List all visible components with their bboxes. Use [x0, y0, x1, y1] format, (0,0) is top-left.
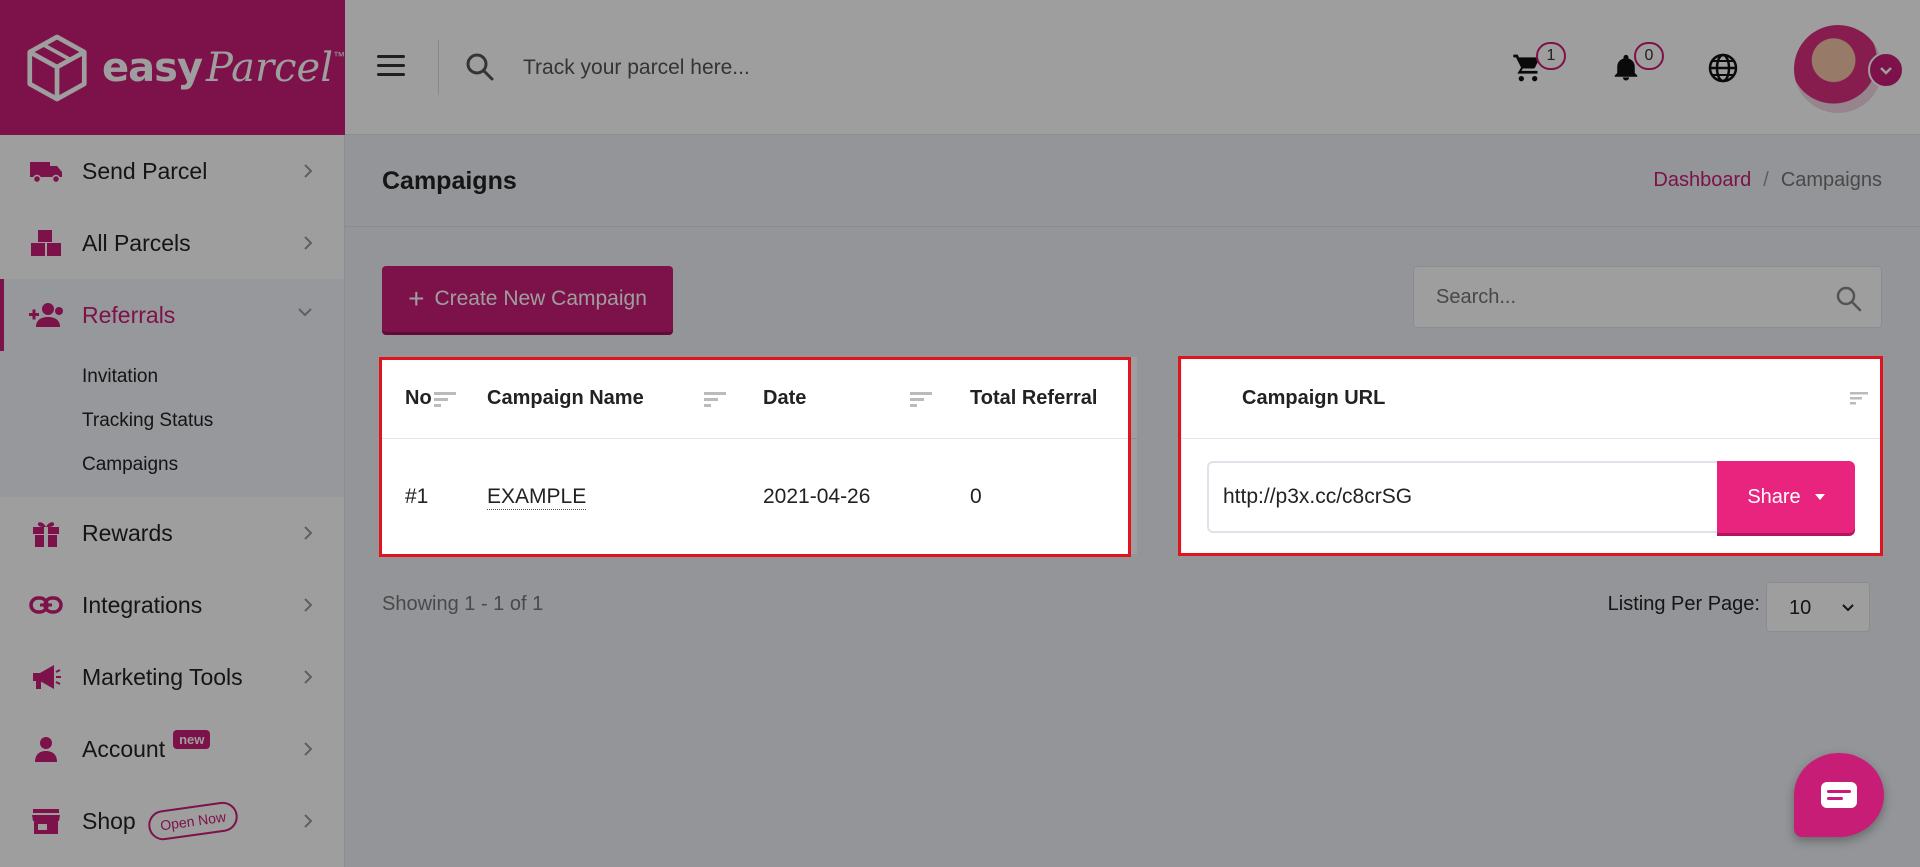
sidebar-item-all-parcels[interactable]: All Parcels — [0, 207, 344, 279]
language-button[interactable] — [1705, 50, 1741, 86]
header-divider — [438, 40, 439, 95]
search-icon[interactable] — [1835, 285, 1863, 313]
cart-count-badge: 1 — [1536, 42, 1566, 70]
sidebar-item-label: Referrals — [82, 301, 176, 328]
header-divider-line — [345, 226, 1920, 227]
submenu-tracking-status[interactable]: Tracking Status — [82, 399, 344, 443]
chevron-down-icon — [1842, 604, 1854, 612]
brand-parcel: Parcel — [206, 44, 333, 91]
chat-button[interactable] — [1794, 753, 1884, 837]
search-icon — [466, 53, 494, 81]
breadcrumb-dashboard-link[interactable]: Dashboard — [1653, 169, 1751, 191]
sidebar-item-referrals[interactable]: Referrals — [0, 279, 344, 351]
sidebar-item-send-parcel[interactable]: Send Parcel — [0, 135, 344, 207]
track-parcel-input[interactable] — [523, 48, 1123, 88]
sidebar-item-label: Integrations — [82, 591, 203, 618]
store-icon — [28, 806, 64, 836]
submenu-invitation[interactable]: Invitation — [82, 355, 344, 399]
link-icon — [28, 590, 64, 620]
create-campaign-label: Create New Campaign — [434, 287, 647, 310]
boxes-icon — [28, 228, 64, 258]
box-logo-icon — [27, 34, 87, 101]
brand-tm: ™ — [333, 48, 345, 63]
hamburger-menu-icon[interactable] — [377, 55, 405, 77]
sidebar-item-account[interactable]: Account new — [0, 713, 344, 785]
submenu-campaigns[interactable]: Campaigns — [82, 443, 344, 487]
sidebar-item-marketing-tools[interactable]: Marketing Tools — [0, 641, 344, 713]
notifications-button[interactable]: 0 — [1608, 42, 1664, 86]
brand-easy: easy — [102, 44, 203, 91]
breadcrumb-current: Campaigns — [1780, 169, 1882, 191]
sidebar-item-shop[interactable]: Shop Open Now — [0, 785, 344, 857]
breadcrumb: Dashboard / Campaigns — [1653, 169, 1882, 192]
sidebar-item-label: Marketing Tools — [82, 663, 243, 690]
column-gap — [1137, 357, 1182, 554]
campaign-search-input[interactable] — [1436, 267, 1816, 327]
campaign-search — [1413, 266, 1882, 328]
globe-icon — [1708, 53, 1738, 83]
chevron-right-icon — [304, 742, 313, 756]
sidebar-item-label: Account — [82, 735, 166, 762]
user-add-icon — [28, 300, 64, 330]
gift-icon — [28, 518, 64, 548]
sidebar-item-label: Shop — [82, 807, 136, 834]
sidebar-item-rewards[interactable]: Rewards — [0, 497, 344, 569]
profile-dropdown-button[interactable] — [1868, 52, 1904, 88]
truck-icon — [28, 156, 64, 186]
top-bar: 1 0 — [345, 0, 1920, 135]
sidebar-item-label: Rewards — [82, 519, 173, 546]
notification-count-badge: 0 — [1634, 42, 1664, 70]
listing-per-page-label: Listing Per Page: — [1607, 593, 1760, 615]
highlight-campaign-table — [379, 357, 1131, 557]
listing-per-page-value: 10 — [1789, 597, 1812, 619]
create-campaign-button[interactable]: + Create New Campaign — [382, 266, 673, 332]
chevron-right-icon — [304, 526, 313, 540]
open-now-badge: Open Now — [146, 799, 240, 843]
chevron-down-icon — [298, 308, 312, 317]
chevron-right-icon — [304, 598, 313, 612]
referrals-submenu: Invitation Tracking Status Campaigns — [0, 351, 344, 497]
chevron-right-icon — [304, 814, 313, 828]
breadcrumb-separator: / — [1763, 169, 1769, 191]
brand-wordmark: easy Parcel ™ — [102, 45, 345, 91]
highlight-campaign-url — [1178, 356, 1883, 556]
chevron-right-icon — [304, 164, 313, 178]
chevron-down-icon — [1880, 67, 1892, 75]
brand-logo[interactable]: easy Parcel ™ — [0, 0, 345, 135]
listing-per-page-select[interactable]: 10 — [1766, 582, 1870, 632]
person-icon — [28, 734, 64, 764]
chat-icon — [1821, 782, 1857, 808]
cart-button[interactable]: 1 — [1510, 42, 1566, 86]
page-title: Campaigns — [382, 167, 517, 195]
sidebar-item-label: All Parcels — [82, 229, 191, 256]
new-badge: new — [173, 729, 211, 749]
sidebar-item-label: Send Parcel — [82, 157, 208, 184]
chevron-right-icon — [304, 236, 313, 250]
sidebar-item-integrations[interactable]: Integrations — [0, 569, 344, 641]
sidebar: Send Parcel All Parcels Referrals Invita… — [0, 135, 345, 867]
plus-icon: + — [408, 283, 425, 314]
megaphone-icon — [28, 662, 64, 692]
chevron-right-icon — [304, 670, 313, 684]
pagination-summary: Showing 1 - 1 of 1 — [382, 593, 544, 615]
